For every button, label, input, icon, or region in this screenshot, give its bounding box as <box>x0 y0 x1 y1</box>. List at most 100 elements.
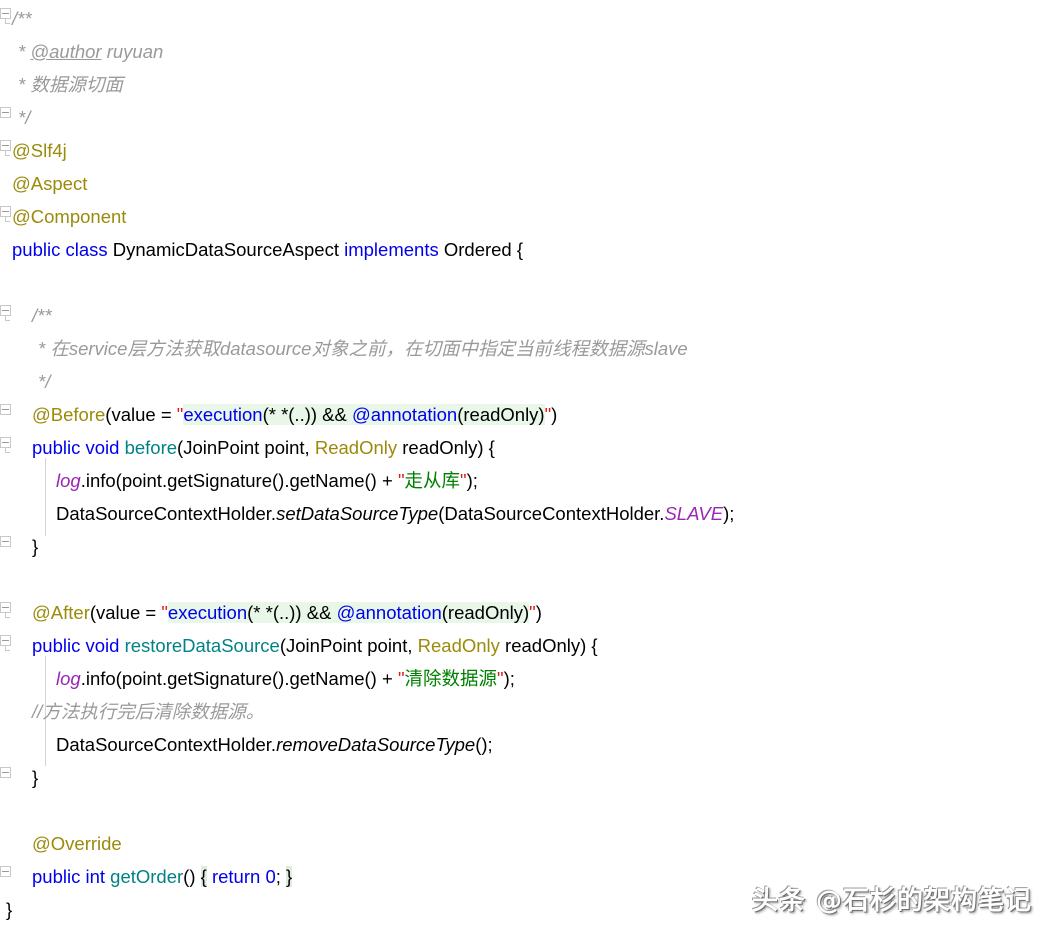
code-token: return <box>211 866 266 887</box>
code-token: ); <box>503 668 515 689</box>
code-line[interactable]: } <box>6 893 12 926</box>
code-line[interactable]: public int getOrder() { return 0; } <box>32 860 293 893</box>
code-line[interactable]: @Before(value = "execution(* *(..)) && @… <box>32 398 557 431</box>
code-token: @After <box>32 602 90 623</box>
code-content-area[interactable]: /** * @author ruyuan * 数据源切面 */ @Slf4j @Aspec… <box>0 0 1054 937</box>
code-line[interactable]: } <box>32 761 38 794</box>
code-token: @annotation <box>336 602 442 623</box>
code-token: * <box>18 41 31 62</box>
code-line[interactable]: DataSourceContextHolder.setDataSourceTyp… <box>56 497 734 530</box>
code-token <box>331 602 337 623</box>
code-token: @Component <box>12 206 127 227</box>
code-token: SLAVE <box>664 503 724 524</box>
code-token: @Slf4j <box>12 140 67 161</box>
code-token: public void <box>32 635 125 656</box>
code-token: log <box>56 470 81 491</box>
code-line[interactable]: */ <box>38 365 50 398</box>
code-token: setDataSourceType <box>276 503 439 524</box>
code-line[interactable]: //方法执行完后清除数据源。 <box>32 695 264 728</box>
code-token: implements <box>344 239 444 260</box>
code-token: DataSourceContextHolder. <box>56 503 277 524</box>
code-token: 走从库 <box>404 470 461 491</box>
code-token: ); <box>466 470 478 491</box>
code-token: public void <box>32 437 125 458</box>
code-token: /** <box>32 305 52 326</box>
code-line[interactable]: @Override <box>32 827 122 860</box>
code-token: (* *(..)) <box>262 404 323 425</box>
code-token: (* *(..)) <box>247 602 307 623</box>
code-token: @Aspect <box>12 173 88 194</box>
code-token: } <box>32 536 39 557</box>
code-token: * 数据源切面 <box>18 74 123 95</box>
code-token: (readOnly) <box>457 404 545 425</box>
code-token: @annotation <box>352 404 458 425</box>
code-token: before <box>124 437 178 458</box>
code-token: log <box>56 668 81 689</box>
code-token: (JoinPoint point, <box>279 635 418 656</box>
code-token: DataSourceContextHolder. <box>56 734 277 755</box>
code-token: .info(point.getSignature().getName() + <box>80 470 398 491</box>
code-token: ReadOnly <box>314 437 398 458</box>
code-token: */ <box>38 371 51 392</box>
code-token: 清除数据源 <box>404 668 498 689</box>
code-line[interactable]: @After(value = "execution(* *(..)) && @a… <box>32 596 542 629</box>
code-token: } <box>6 899 13 920</box>
code-line[interactable]: } <box>32 530 38 563</box>
code-line[interactable]: /** <box>32 299 52 332</box>
code-token: execution <box>183 404 263 425</box>
code-token: readOnly) { <box>499 635 598 656</box>
code-token: .info(point.getSignature().getName() + <box>80 668 398 689</box>
code-line[interactable]: */ <box>18 101 30 134</box>
code-token: (readOnly) <box>441 602 530 623</box>
code-token: @author <box>30 41 102 62</box>
code-token: removeDataSourceType <box>276 734 476 755</box>
code-token: restoreDataSource <box>124 635 280 656</box>
watermark-text: 头条 @石杉的架构笔记 <box>751 886 1032 916</box>
code-token: @Before <box>32 404 106 425</box>
code-line[interactable]: @Aspect <box>12 167 87 200</box>
code-token: @Override <box>32 833 122 854</box>
indent-guide <box>45 458 46 536</box>
code-token: ; <box>275 866 287 887</box>
code-token: } <box>32 767 39 788</box>
code-token: ); <box>723 503 735 524</box>
code-line[interactable]: public void restoreDataSource(JoinPoint … <box>32 629 598 662</box>
code-token: " <box>161 602 168 623</box>
code-token: //方法执行完后清除数据源。 <box>32 701 265 722</box>
code-line[interactable]: DataSourceContextHolder.removeDataSource… <box>56 728 493 761</box>
code-line[interactable]: * 在service层方法获取datasource对象之前，在切面中指定当前线程… <box>38 332 688 365</box>
code-token: (); <box>475 734 493 755</box>
code-token: Ordered { <box>443 239 524 260</box>
code-line[interactable]: * @author ruyuan <box>18 35 163 68</box>
code-line[interactable]: public void before(JoinPoint point, Read… <box>32 431 495 464</box>
code-token: " <box>397 668 405 689</box>
code-token: (value = <box>105 404 177 425</box>
code-token: && <box>306 602 332 623</box>
code-line[interactable]: log.info(point.getSignature().getName() … <box>56 464 478 497</box>
code-token: ruyuan <box>101 41 164 62</box>
code-token: * 在service层方法获取datasource对象之前，在切面中指定当前线程… <box>38 338 688 359</box>
code-token: */ <box>18 107 31 128</box>
code-token: " <box>397 470 405 491</box>
code-editor[interactable]: /** * @author ruyuan * 数据源切面 */ @Slf4j @Aspec… <box>0 0 1054 937</box>
code-line[interactable]: @Slf4j <box>12 134 67 167</box>
code-line[interactable]: * 数据源切面 <box>18 68 123 101</box>
code-token: public int <box>32 866 111 887</box>
code-token: ReadOnly <box>417 635 500 656</box>
code-token: /** <box>12 8 32 29</box>
code-line[interactable]: log.info(point.getSignature().getName() … <box>56 662 515 695</box>
code-line[interactable]: /** <box>12 2 32 35</box>
code-token: ) <box>551 404 558 425</box>
code-line[interactable]: public class DynamicDataSourceAspect imp… <box>12 233 523 266</box>
code-line[interactable]: @Component <box>12 200 126 233</box>
code-token: execution <box>167 602 248 623</box>
code-token: () <box>183 866 201 887</box>
code-token: 0 <box>265 866 276 887</box>
code-token: readOnly) { <box>397 437 495 458</box>
code-token: getOrder <box>110 866 184 887</box>
code-token: DynamicDataSourceAspect <box>112 239 345 260</box>
code-token: (DataSourceContextHolder. <box>438 503 665 524</box>
code-token: public class <box>12 239 113 260</box>
code-token: (JoinPoint point, <box>177 437 315 458</box>
code-token: " <box>460 470 467 491</box>
